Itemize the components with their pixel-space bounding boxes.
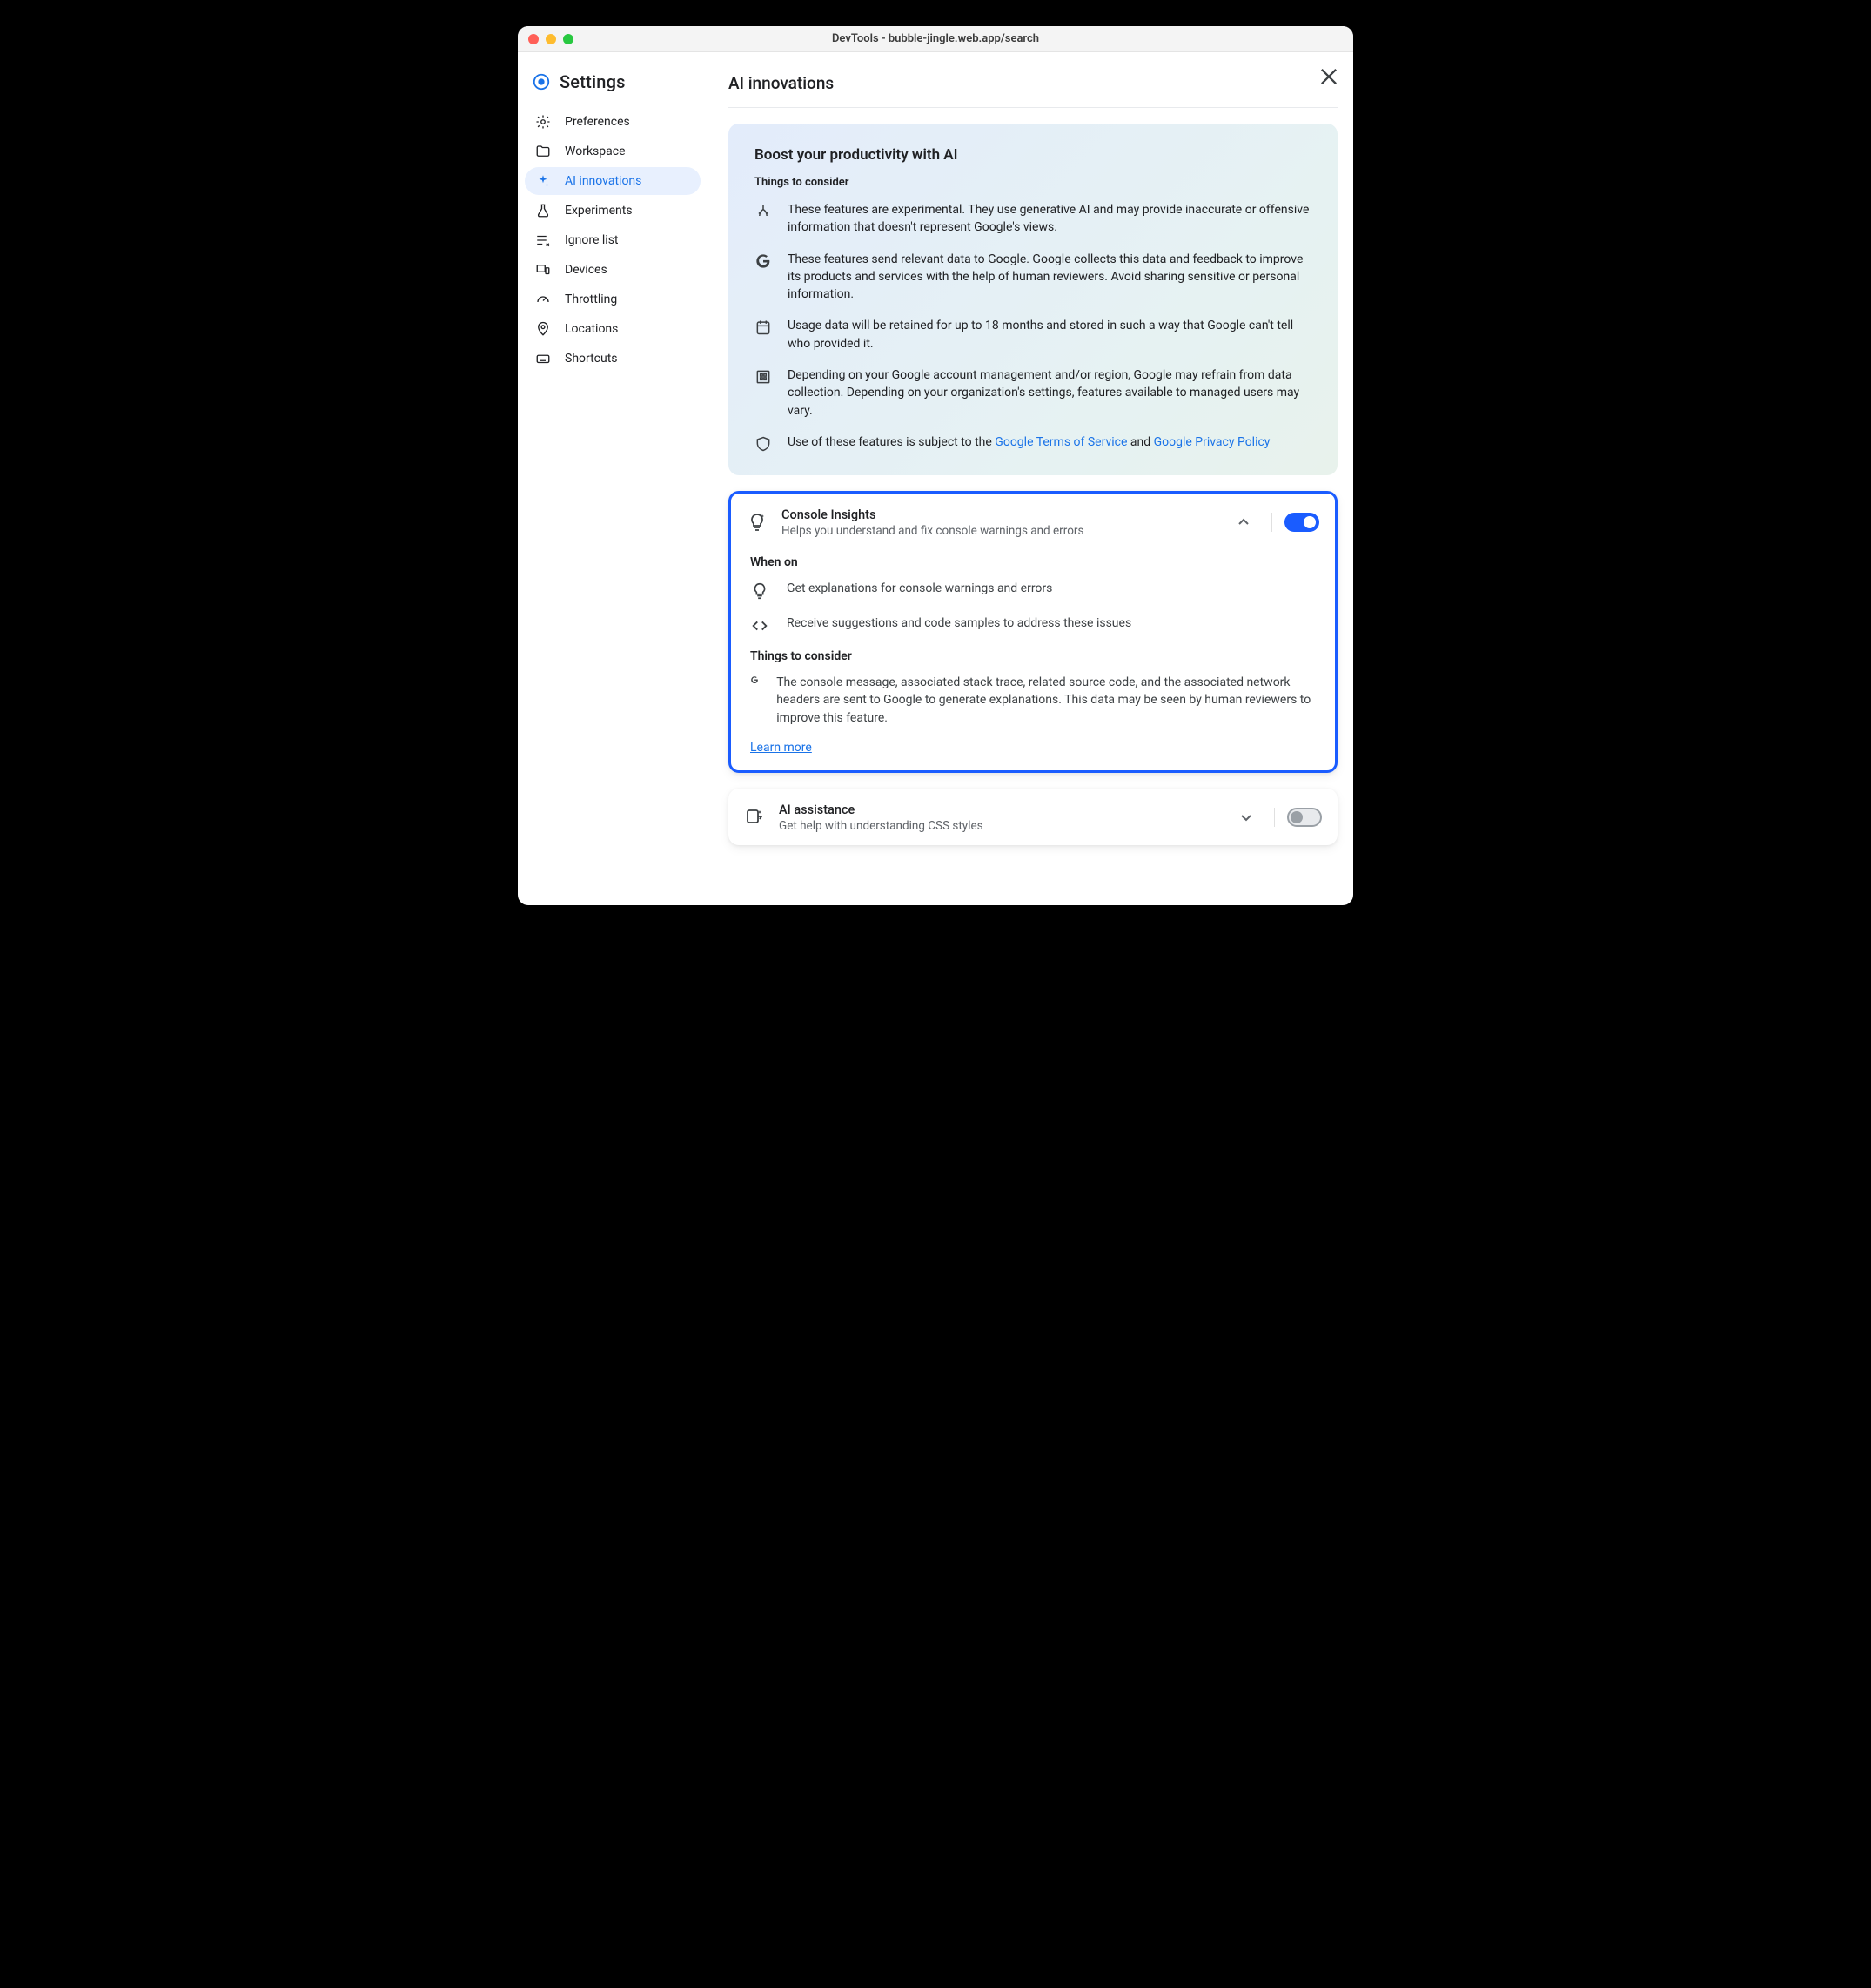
settings-sidebar: Settings Preferences Workspace AI innova…	[518, 52, 707, 905]
experimental-icon	[754, 201, 772, 220]
info-bullet: These features send relevant data to Goo…	[754, 251, 1311, 304]
location-icon	[535, 321, 551, 337]
sidebar-header: Settings	[525, 68, 701, 108]
main-panel: AI innovations Boost your productivity w…	[707, 52, 1353, 905]
feature-row-text: Get explanations for console warnings an…	[787, 580, 1052, 597]
info-bullet-text: These features are experimental. They us…	[788, 201, 1311, 237]
sidebar-label: Locations	[565, 322, 618, 336]
feature-header[interactable]: Console Insights Helps you understand an…	[731, 494, 1335, 550]
sidebar-label: Experiments	[565, 204, 633, 218]
google-icon	[750, 674, 759, 684]
lightbulb-spark-icon	[747, 512, 768, 533]
page-title: AI innovations	[728, 68, 1338, 108]
sidebar-item-ai-innovations[interactable]: AI innovations	[525, 167, 701, 195]
info-card: Boost your productivity with AI Things t…	[728, 124, 1338, 475]
feature-subtitle: Get help with understanding CSS styles	[779, 819, 1222, 833]
code-icon	[750, 615, 769, 635]
devtools-window: DevTools - bubble-jingle.web.app/search …	[518, 26, 1353, 905]
sidebar-label: Devices	[565, 263, 607, 277]
info-bullet-text: Use of these features is subject to the …	[788, 433, 1270, 451]
sidebar-item-throttling[interactable]: Throttling	[525, 285, 701, 313]
gauge-icon	[535, 292, 551, 307]
sidebar-item-experiments[interactable]: Experiments	[525, 197, 701, 225]
feature-row-text: The console message, associated stack tr…	[776, 674, 1316, 727]
feature-subtitle: Helps you understand and fix console war…	[781, 524, 1219, 538]
window-title: DevTools - bubble-jingle.web.app/search	[518, 32, 1353, 45]
sidebar-label: Throttling	[565, 292, 617, 306]
shield-icon	[754, 433, 772, 453]
sidebar-item-preferences[interactable]: Preferences	[525, 108, 701, 136]
devices-icon	[535, 262, 551, 278]
sparkle-icon	[535, 173, 551, 189]
titlebar: DevTools - bubble-jingle.web.app/search	[518, 26, 1353, 52]
info-bullet-text: Depending on your Google account managem…	[788, 366, 1311, 420]
close-window-button[interactable]	[528, 34, 539, 44]
assist-icon	[744, 807, 765, 828]
console-insights-toggle[interactable]	[1284, 513, 1319, 532]
keyboard-icon	[535, 351, 551, 366]
when-on-heading: When on	[750, 555, 1316, 569]
zoom-window-button[interactable]	[563, 34, 573, 44]
sidebar-item-locations[interactable]: Locations	[525, 315, 701, 343]
info-bullet-text: These features send relevant data to Goo…	[788, 251, 1311, 304]
info-subhead: Things to consider	[754, 176, 1311, 189]
minimize-window-button[interactable]	[546, 34, 556, 44]
ignore-list-icon	[535, 232, 551, 248]
flask-icon	[535, 203, 551, 218]
google-icon	[754, 251, 772, 270]
sidebar-item-shortcuts[interactable]: Shortcuts	[525, 345, 701, 373]
folder-icon	[535, 144, 551, 159]
feature-header[interactable]: AI assistance Get help with understandin…	[728, 789, 1338, 845]
info-bullet: Use of these features is subject to the …	[754, 433, 1311, 453]
sidebar-label: Workspace	[565, 144, 626, 158]
sidebar-nav: Preferences Workspace AI innovations Exp…	[525, 108, 701, 373]
info-bullet: These features are experimental. They us…	[754, 201, 1311, 237]
sidebar-label: Shortcuts	[565, 352, 618, 366]
terms-link[interactable]: Google Terms of Service	[995, 435, 1127, 449]
privacy-link[interactable]: Google Privacy Policy	[1154, 435, 1271, 449]
sidebar-label: Ignore list	[565, 233, 619, 247]
info-bullet: Depending on your Google account managem…	[754, 366, 1311, 420]
sidebar-item-workspace[interactable]: Workspace	[525, 138, 701, 165]
info-heading: Boost your productivity with AI	[754, 146, 1311, 164]
sidebar-title: Settings	[560, 71, 626, 92]
console-insights-card: Console Insights Helps you understand an…	[728, 491, 1338, 773]
devtools-logo-icon	[532, 72, 551, 91]
window-controls	[528, 34, 573, 44]
ai-assistance-card: AI assistance Get help with understandin…	[728, 789, 1338, 845]
info-bullet: Usage data will be retained for up to 18…	[754, 317, 1311, 353]
feature-body: When on Get explanations for console war…	[731, 555, 1335, 770]
chevron-down-icon[interactable]	[1236, 807, 1257, 828]
close-settings-button[interactable]	[1317, 64, 1341, 89]
consider-heading: Things to consider	[750, 649, 1316, 663]
lightbulb-icon	[750, 580, 769, 601]
enterprise-icon	[754, 366, 772, 386]
calendar-icon	[754, 317, 772, 336]
sidebar-item-devices[interactable]: Devices	[525, 256, 701, 284]
sidebar-label: AI innovations	[565, 174, 641, 188]
ai-assistance-toggle[interactable]	[1287, 808, 1322, 827]
sidebar-label: Preferences	[565, 115, 630, 129]
learn-more-link[interactable]: Learn more	[750, 741, 812, 755]
feature-title: Console Insights	[781, 507, 1219, 522]
chevron-up-icon[interactable]	[1233, 512, 1254, 533]
feature-row-text: Receive suggestions and code samples to …	[787, 615, 1131, 632]
feature-title: AI assistance	[779, 803, 1222, 817]
info-bullet-text: Usage data will be retained for up to 18…	[788, 317, 1311, 353]
gear-icon	[535, 114, 551, 130]
sidebar-item-ignore-list[interactable]: Ignore list	[525, 226, 701, 254]
